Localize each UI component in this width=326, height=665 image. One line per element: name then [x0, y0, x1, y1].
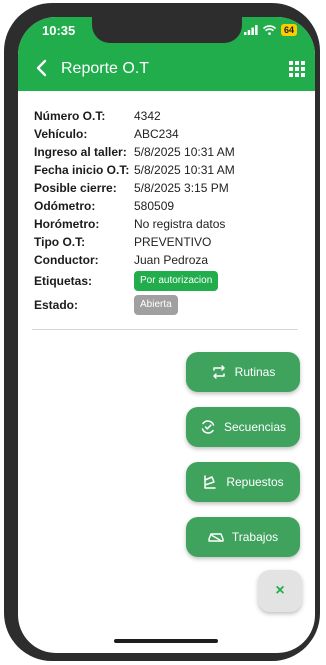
detail-label: Estado:	[34, 298, 79, 312]
detail-row-odometro: Odómetro: 580509	[34, 197, 302, 215]
detail-label: Vehículo:	[34, 127, 88, 141]
repuestos-label: Repuestos	[226, 475, 284, 489]
secuencias-label: Secuencias	[223, 420, 287, 434]
detail-row-estado: Estado: Abierta	[34, 293, 302, 317]
car-wrench-icon	[208, 533, 224, 542]
detail-value: ABC234	[134, 127, 179, 141]
rutinas-label: Rutinas	[234, 365, 276, 379]
trabajos-label: Trabajos	[231, 530, 279, 544]
detail-row-fecha-inicio: Fecha inicio O.T: 5/8/2025 10:31 AM	[34, 161, 302, 179]
home-indicator	[114, 639, 218, 643]
detail-value: PREVENTIVO	[134, 235, 212, 249]
detail-row-tipo: Tipo O.T: PREVENTIVO	[34, 233, 302, 251]
detail-value: 4342	[134, 109, 161, 123]
detail-row-numero: Número O.T: 4342	[34, 107, 302, 125]
detail-value: 5/8/2025 10:31 AM	[134, 145, 235, 159]
status-badge: Abierta	[134, 295, 178, 315]
detail-row-posible-cierre: Posible cierre: 5/8/2025 3:15 PM	[34, 179, 302, 197]
detail-row-conductor: Conductor: Juan Pedroza	[34, 251, 302, 269]
close-menu-button[interactable]: ×	[258, 570, 302, 612]
page-title: Reporte O.T	[61, 60, 150, 77]
detail-label: Posible cierre:	[34, 181, 117, 195]
divider	[32, 329, 298, 330]
wifi-icon	[262, 25, 276, 35]
rutinas-button[interactable]: Rutinas	[186, 352, 300, 392]
battery-icon: 64	[280, 24, 297, 36]
close-icon: ×	[275, 582, 285, 599]
parts-tool-icon	[204, 475, 217, 489]
detail-value: No registra datos	[134, 217, 226, 231]
status-bar: 10:35 64	[18, 17, 315, 47]
secuencias-button[interactable]: Secuencias	[186, 407, 300, 447]
repuestos-button[interactable]: Repuestos	[186, 462, 300, 502]
detail-row-vehiculo: Vehículo: ABC234	[34, 125, 302, 143]
status-time: 10:35	[42, 23, 76, 38]
detail-value: 580509	[134, 199, 175, 213]
apps-grid-icon[interactable]	[289, 61, 305, 77]
back-arrow-icon[interactable]	[32, 57, 54, 79]
detail-row-etiquetas: Etiquetas: Por autorizacion	[34, 269, 302, 293]
detail-label: Número O.T:	[34, 109, 106, 123]
detail-row-ingreso: Ingreso al taller: 5/8/2025 10:31 AM	[34, 143, 302, 161]
detail-value: 5/8/2025 10:31 AM	[134, 163, 235, 177]
screen: 10:35 64 Reporte O.T Número O.T: 4342 Ve…	[18, 17, 315, 653]
status-icons: 64	[243, 24, 297, 36]
detail-value: 5/8/2025 3:15 PM	[134, 181, 229, 195]
phone-frame: 10:35 64 Reporte O.T Número O.T: 4342 Ve…	[4, 3, 320, 661]
detail-row-horometro: Horómetro: No registra datos	[34, 215, 302, 233]
work-order-details: Número O.T: 4342 Vehículo: ABC234 Ingres…	[34, 107, 302, 317]
signal-icon	[243, 25, 258, 35]
detail-label: Ingreso al taller:	[34, 145, 127, 159]
detail-value: Juan Pedroza	[134, 253, 209, 267]
app-bar: Reporte O.T	[18, 47, 315, 91]
sync-check-icon	[201, 420, 215, 434]
detail-label: Odómetro:	[34, 199, 96, 213]
detail-label: Tipo O.T:	[34, 235, 86, 249]
detail-label: Fecha inicio O.T:	[34, 163, 130, 177]
detail-label: Etiquetas:	[34, 274, 93, 288]
detail-label: Conductor:	[34, 253, 99, 267]
tag-badge: Por autorizacion	[134, 271, 219, 291]
detail-label: Horómetro:	[34, 217, 100, 231]
notch	[92, 17, 242, 43]
repeat-icon	[212, 365, 225, 379]
trabajos-button[interactable]: Trabajos	[186, 517, 300, 557]
